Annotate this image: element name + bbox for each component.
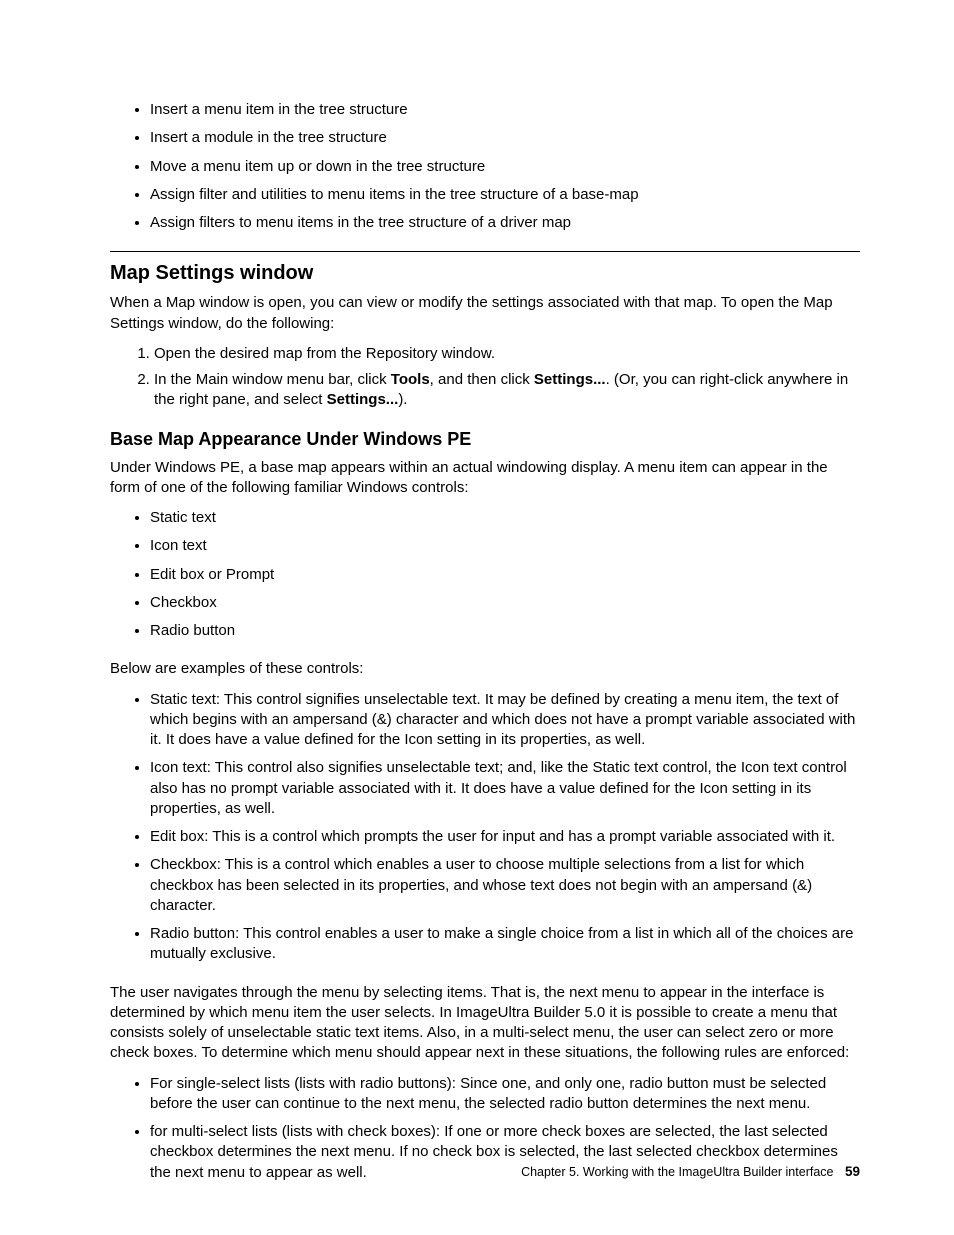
list-item: Static text: This control signifies unse…	[150, 690, 860, 751]
list-item: Insert a module in the tree structure	[150, 128, 860, 148]
page-number: 59	[845, 1164, 860, 1179]
list-item: Radio button: This control enables a use…	[150, 924, 860, 965]
section-divider	[110, 251, 860, 252]
list-item: Assign filters to menu items in the tree…	[150, 213, 860, 233]
base-map-intro: Under Windows PE, a base map appears wit…	[110, 458, 860, 499]
list-item: Assign filter and utilities to menu item…	[150, 185, 860, 205]
settings-label: Settings...	[534, 371, 606, 388]
list-item: Static text	[150, 508, 860, 528]
list-item: Checkbox: This is a control which enable…	[150, 855, 860, 916]
list-item: Icon text	[150, 536, 860, 556]
tree-operations-list: Insert a menu item in the tree structure…	[110, 100, 860, 233]
step-1: Open the desired map from the Repository…	[154, 344, 860, 364]
list-item: Move a menu item up or down in the tree …	[150, 157, 860, 177]
step-2-text: In the Main window menu bar, click	[154, 371, 391, 388]
step-2-text: , and then click	[430, 371, 534, 388]
list-item: Checkbox	[150, 593, 860, 613]
base-map-heading: Base Map Appearance Under Windows PE	[110, 429, 860, 450]
list-item: Insert a menu item in the tree structure	[150, 100, 860, 120]
settings-label: Settings...	[327, 391, 399, 408]
map-settings-intro: When a Map window is open, you can view …	[110, 293, 860, 334]
tools-label: Tools	[391, 371, 430, 388]
step-2-text: ).	[398, 391, 407, 408]
examples-intro: Below are examples of these controls:	[110, 659, 860, 679]
chapter-label: Chapter 5. Working with the ImageUltra B…	[521, 1165, 833, 1179]
navigation-paragraph: The user navigates through the menu by s…	[110, 983, 860, 1064]
examples-list: Static text: This control signifies unse…	[110, 690, 860, 965]
map-settings-steps: Open the desired map from the Repository…	[110, 344, 860, 411]
list-item: Edit box: This is a control which prompt…	[150, 827, 860, 847]
list-item: Edit box or Prompt	[150, 565, 860, 585]
list-item: Radio button	[150, 621, 860, 641]
list-item: Icon text: This control also signifies u…	[150, 758, 860, 819]
page-footer: Chapter 5. Working with the ImageUltra B…	[110, 1164, 860, 1179]
map-settings-heading: Map Settings window	[110, 262, 860, 285]
document-page: Insert a menu item in the tree structure…	[0, 0, 954, 1235]
step-2: In the Main window menu bar, click Tools…	[154, 370, 860, 411]
controls-list: Static text Icon text Edit box or Prompt…	[110, 508, 860, 641]
list-item: For single-select lists (lists with radi…	[150, 1074, 860, 1115]
